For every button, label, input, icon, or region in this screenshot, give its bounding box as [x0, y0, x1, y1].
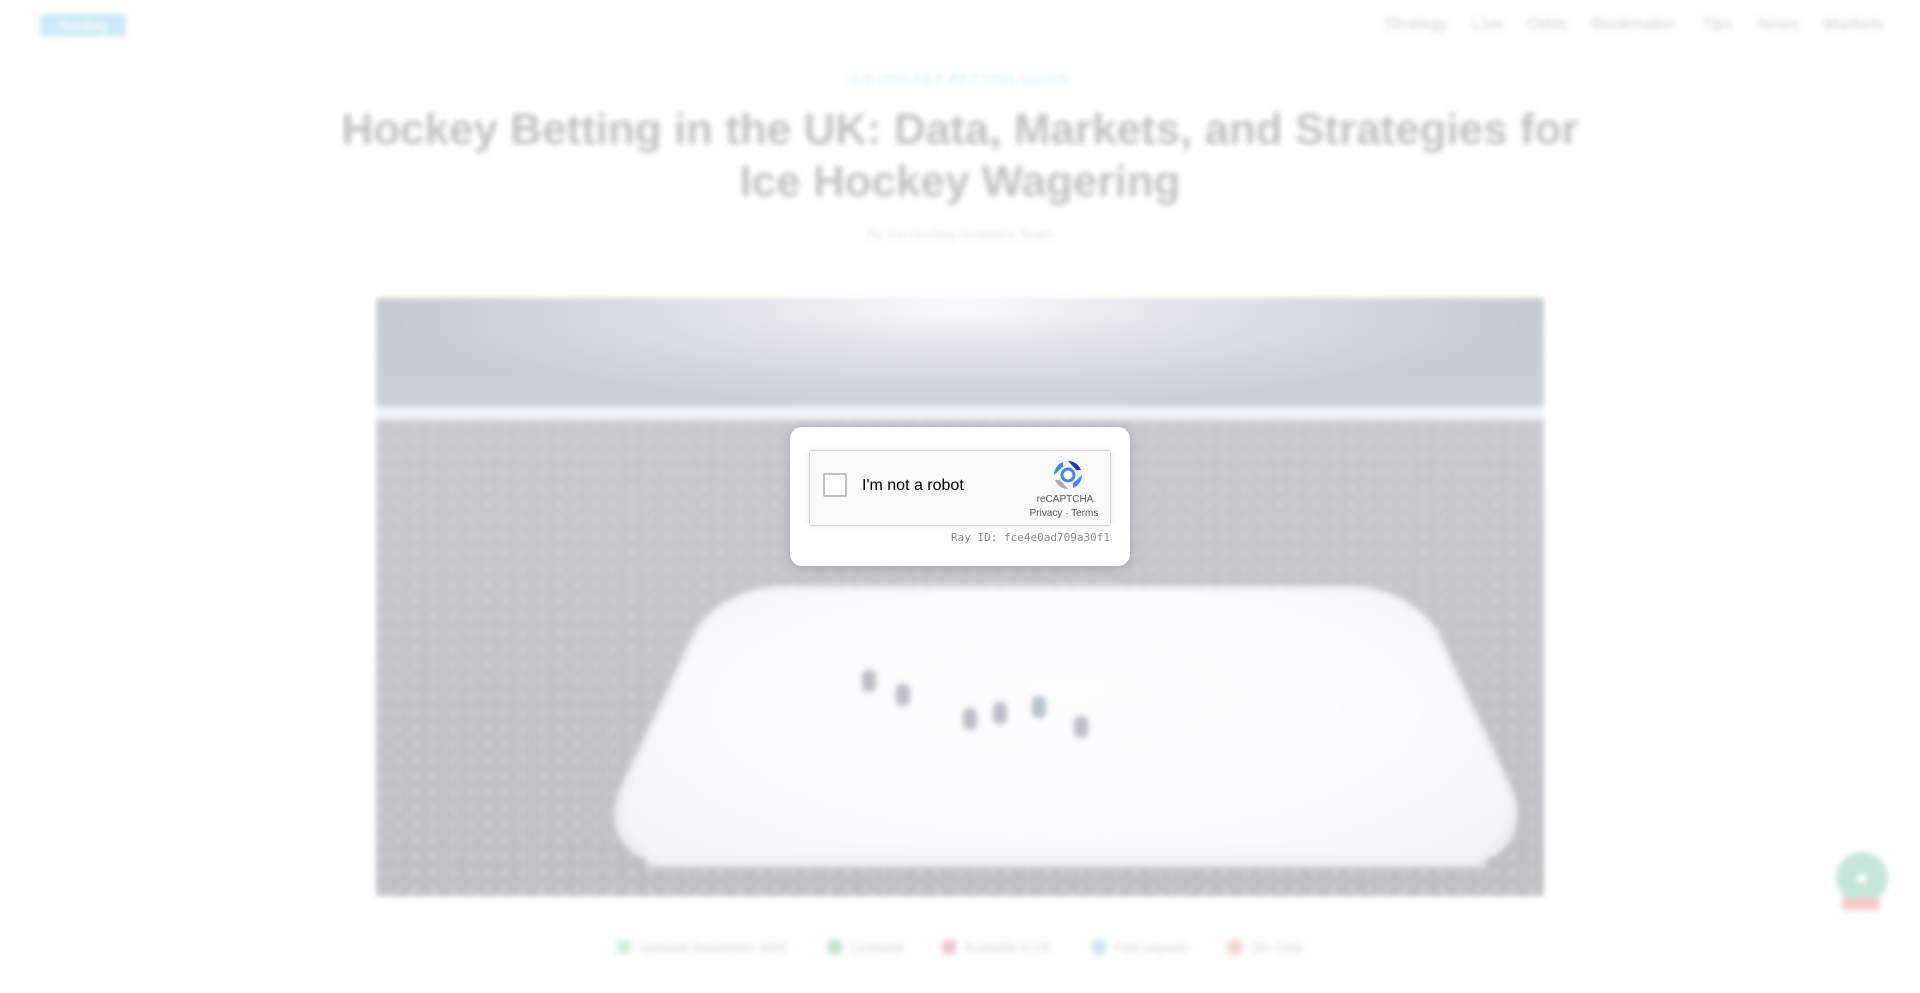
- not-robot-checkbox[interactable]: [823, 473, 847, 497]
- terms-link[interactable]: Terms: [1071, 508, 1098, 519]
- ray-id: Ray ID: fce4e0ad709a30f1: [951, 531, 1110, 544]
- privacy-link[interactable]: Privacy: [1030, 508, 1063, 519]
- recaptcha-links: Privacy · Terms: [1016, 508, 1112, 519]
- recaptcha-logo-icon: [1050, 457, 1086, 493]
- link-separator: ·: [1062, 508, 1071, 519]
- not-robot-label: I'm not a robot: [862, 477, 964, 495]
- captcha-modal: I'm not a robot reCAPTCHA Privacy · Term…: [790, 427, 1130, 566]
- recaptcha-brand: reCAPTCHA: [1026, 494, 1104, 505]
- recaptcha-widget: I'm not a robot reCAPTCHA Privacy · Term…: [809, 450, 1111, 526]
